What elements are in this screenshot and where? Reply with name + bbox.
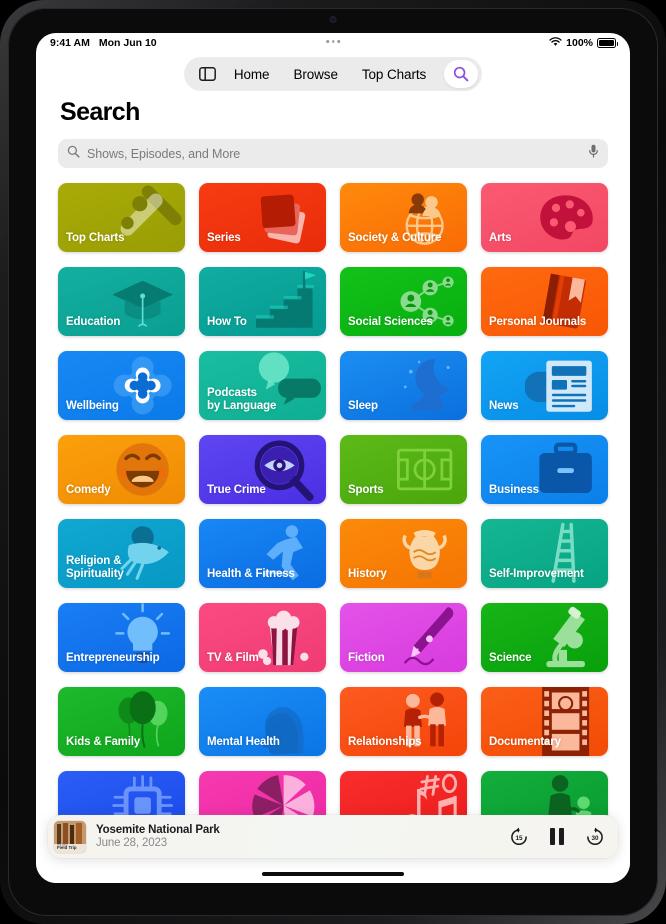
category-tile-label: Self-Improvement [489, 568, 584, 581]
status-bar: 9:41 AM Mon Jun 10 100% [36, 33, 630, 53]
battery-icon [597, 38, 619, 48]
player-metadata: Yosemite National Park June 28, 2023 [96, 824, 509, 849]
category-tile-label: Top Charts [66, 232, 125, 245]
battery-percent: 100% [566, 37, 593, 49]
player-artwork[interactable]: Field Trip with Kevin [54, 820, 86, 853]
category-tile-label: Comedy [66, 484, 111, 497]
top-navigation: Home Browse Top Charts [36, 53, 630, 95]
sidebar-toggle-icon[interactable] [194, 60, 222, 88]
category-tile-label: Fiction [348, 652, 385, 665]
nav-item-top-charts[interactable]: Top Charts [350, 67, 438, 82]
status-bar-right: 100% [549, 36, 619, 50]
search-page-content: Search Shows, Episodes, and More Top Cha… [36, 98, 630, 840]
skip-back-15-icon[interactable]: 15 [509, 827, 529, 847]
category-tile-label: Sleep [348, 400, 378, 413]
svg-text:with Kevin: with Kevin [57, 843, 68, 846]
category-tile[interactable]: News [481, 351, 608, 420]
category-tile-label: News [489, 400, 519, 413]
category-tile-label: Wellbeing [66, 400, 119, 413]
category-tile-label: Health & Fitness [207, 568, 295, 581]
category-tile-label: Society & Culture [348, 232, 442, 245]
page-title: Search [60, 98, 140, 126]
category-tile[interactable]: Mental Health [199, 687, 326, 756]
category-tile-label: TV & Film [207, 652, 259, 665]
category-tile-label: Relationships [348, 736, 422, 749]
screen: 9:41 AM Mon Jun 10 100% Home Browse Top … [36, 33, 630, 883]
category-tile-label: Sports [348, 484, 384, 497]
category-tile[interactable]: Comedy [58, 435, 185, 504]
status-date: Mon Jun 10 [98, 37, 157, 49]
magnifier-icon [67, 145, 80, 163]
category-tile[interactable]: Kids & Family [58, 687, 185, 756]
category-tile[interactable]: Social Sciences [340, 267, 467, 336]
front-camera [329, 16, 337, 23]
category-tile-label: How To [207, 316, 247, 329]
category-tile[interactable]: Entrepreneurship [58, 603, 185, 672]
category-tile-label: Education [66, 316, 121, 329]
category-tile-label: Business [489, 484, 539, 497]
category-tile-label: Personal Journals [489, 316, 587, 329]
category-tile-label: Documentary [489, 736, 561, 749]
category-tile-label: Series [207, 232, 241, 245]
category-tile[interactable]: Podcasts by Language [199, 351, 326, 420]
ipad-device: 9:41 AM Mon Jun 10 100% Home Browse Top … [0, 0, 666, 924]
wifi-icon [549, 36, 562, 50]
nav-item-home[interactable]: Home [222, 67, 282, 82]
category-tile[interactable]: Science [481, 603, 608, 672]
category-tile[interactable]: History [340, 519, 467, 588]
category-tile[interactable]: Religion & Spirituality [58, 519, 185, 588]
player-episode-date: June 28, 2023 [96, 837, 167, 849]
nav-item-browse[interactable]: Browse [281, 67, 349, 82]
category-tile[interactable]: How To [199, 267, 326, 336]
search-input[interactable]: Shows, Episodes, and More [58, 139, 608, 168]
category-tile-label: Kids & Family [66, 736, 141, 749]
category-tile[interactable]: Sleep [340, 351, 467, 420]
microphone-icon[interactable] [588, 144, 599, 163]
category-tile[interactable]: Top Charts [58, 183, 185, 252]
category-tile-label: Entrepreneurship [66, 652, 160, 665]
category-tile[interactable]: Documentary [481, 687, 608, 756]
category-tile[interactable]: Arts [481, 183, 608, 252]
skip-forward-30-icon[interactable]: 30 [585, 827, 605, 847]
player-episode-title: Yosemite National Park [96, 824, 220, 836]
status-bar-left: 9:41 AM Mon Jun 10 [50, 37, 157, 49]
svg-text:30: 30 [591, 834, 599, 841]
search-placeholder: Shows, Episodes, and More [87, 146, 241, 161]
status-time: 9:41 AM [50, 37, 90, 49]
category-tile-label: True Crime [207, 484, 266, 497]
category-tile-label: Social Sciences [348, 316, 433, 329]
category-tile-label: Arts [489, 232, 512, 245]
svg-text:15: 15 [515, 834, 523, 841]
category-tile[interactable]: Self-Improvement [481, 519, 608, 588]
category-tile-label: Mental Health [207, 736, 280, 749]
pause-icon[interactable] [550, 828, 564, 845]
category-grid: Top Charts Series Society & Culture Arts Edu… [58, 183, 608, 840]
category-tile[interactable]: True Crime [199, 435, 326, 504]
home-indicator[interactable] [262, 872, 404, 876]
category-tile[interactable]: TV & Film [199, 603, 326, 672]
category-tile[interactable]: Society & Culture [340, 183, 467, 252]
category-tile[interactable]: Series [199, 183, 326, 252]
category-tile[interactable]: Fiction [340, 603, 467, 672]
category-tile-label: History [348, 568, 387, 581]
category-tile[interactable]: Education [58, 267, 185, 336]
category-tile[interactable]: Personal Journals [481, 267, 608, 336]
player-controls: 15 30 [509, 827, 605, 847]
category-tile[interactable]: Sports [340, 435, 467, 504]
category-tile-label: Religion & Spirituality [66, 555, 124, 581]
category-tile[interactable]: Wellbeing [58, 351, 185, 420]
multitasking-dots-icon[interactable] [326, 40, 340, 43]
category-tile[interactable]: Health & Fitness [199, 519, 326, 588]
search-icon[interactable] [444, 60, 479, 88]
category-tile-label: Podcasts by Language [207, 387, 277, 413]
nav-pill: Home Browse Top Charts [183, 57, 483, 91]
category-tile[interactable]: Relationships [340, 687, 467, 756]
category-tile[interactable]: Business [481, 435, 608, 504]
category-tile-label: Science [489, 652, 532, 665]
mini-player[interactable]: Field Trip with Kevin Yosemite National … [48, 815, 618, 858]
